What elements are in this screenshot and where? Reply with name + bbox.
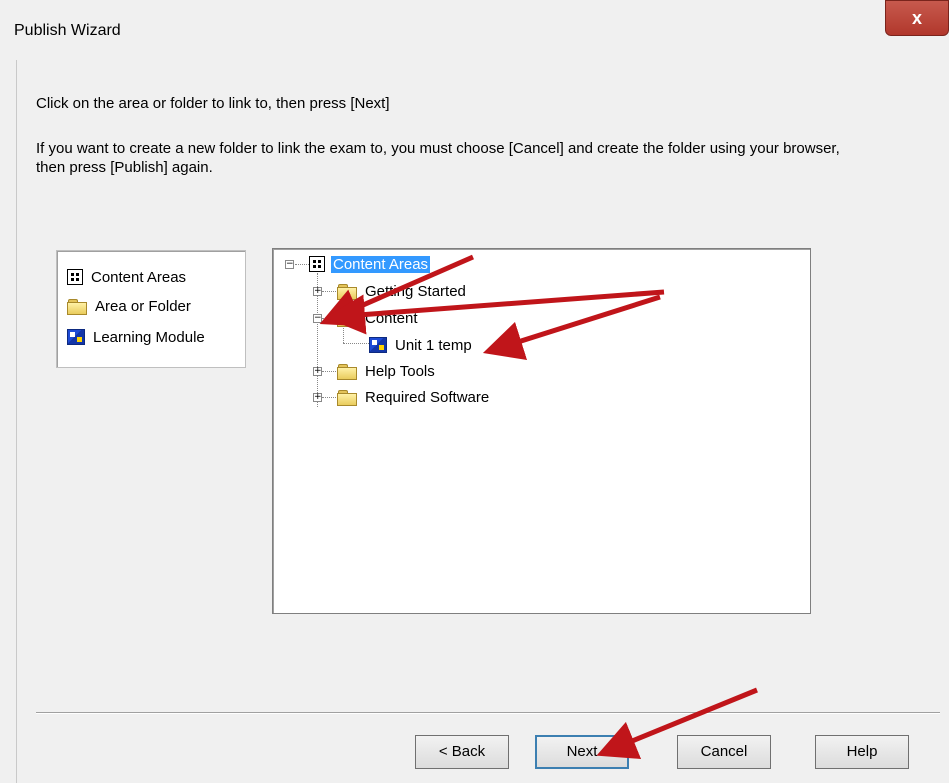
tree-node-unit-1-temp[interactable]: Unit 1 temp xyxy=(369,334,474,356)
folder-icon xyxy=(337,363,357,380)
collapse-toggle[interactable]: − xyxy=(313,314,322,323)
tree-connector xyxy=(322,397,338,398)
content-areas-icon xyxy=(309,256,325,272)
tree-node-label: Required Software xyxy=(365,388,490,406)
title-bar: Publish Wizard x xyxy=(0,0,949,60)
folder-icon xyxy=(67,298,87,315)
tree-connector xyxy=(343,343,369,344)
tree-node-label: Getting Started xyxy=(365,282,466,300)
legend-label: Learning Module xyxy=(93,328,205,346)
instruction-line-1: Click on the area or folder to link to, … xyxy=(36,95,390,112)
icon-legend: Content Areas Area or Folder Learning Mo… xyxy=(56,250,246,368)
folder-icon xyxy=(337,283,357,300)
expand-toggle[interactable]: + xyxy=(313,367,322,376)
button-separator xyxy=(36,712,940,714)
tree-connector xyxy=(322,318,338,319)
tree-node-label: Content xyxy=(365,309,418,327)
tree-node-label: Content Areas xyxy=(331,255,431,273)
close-icon: x xyxy=(911,8,922,28)
window-title: Publish Wizard xyxy=(14,22,121,39)
legend-item-learning-module: Learning Module xyxy=(67,326,205,348)
tree-connector xyxy=(322,371,338,372)
tree-connector xyxy=(295,264,309,265)
cancel-button[interactable]: Cancel xyxy=(677,735,771,769)
next-button[interactable]: Next xyxy=(535,735,629,769)
help-button[interactable]: Help xyxy=(815,735,909,769)
tree-node-content-areas[interactable]: Content Areas xyxy=(309,253,431,275)
tree-node-label: Help Tools xyxy=(365,362,435,380)
expand-toggle[interactable]: + xyxy=(313,287,322,296)
back-button[interactable]: < Back xyxy=(415,735,509,769)
instruction-line-2: If you want to create a new folder to li… xyxy=(36,140,840,176)
legend-label: Content Areas xyxy=(91,268,187,286)
tree-node-content[interactable]: Content xyxy=(337,307,420,329)
tree-node-label: Unit 1 temp xyxy=(395,336,472,354)
learning-module-icon xyxy=(369,337,387,353)
legend-label: Area or Folder xyxy=(95,297,191,315)
area-tree-view[interactable]: − Content Areas + Getting Started − Cont… xyxy=(272,248,811,614)
folder-icon xyxy=(337,389,357,406)
legend-item-area-or-folder: Area or Folder xyxy=(67,295,191,317)
expand-toggle[interactable]: + xyxy=(313,393,322,402)
legend-item-content-areas: Content Areas xyxy=(67,266,186,288)
tree-node-required-software[interactable]: Required Software xyxy=(337,386,491,408)
folder-icon xyxy=(337,310,357,327)
close-button[interactable]: x xyxy=(885,0,949,36)
learning-module-icon xyxy=(67,329,85,345)
tree-node-getting-started[interactable]: Getting Started xyxy=(337,280,468,302)
tree-connector xyxy=(322,291,338,292)
content-areas-icon xyxy=(67,269,83,285)
collapse-toggle[interactable]: − xyxy=(285,260,294,269)
tree-node-help-tools[interactable]: Help Tools xyxy=(337,360,437,382)
